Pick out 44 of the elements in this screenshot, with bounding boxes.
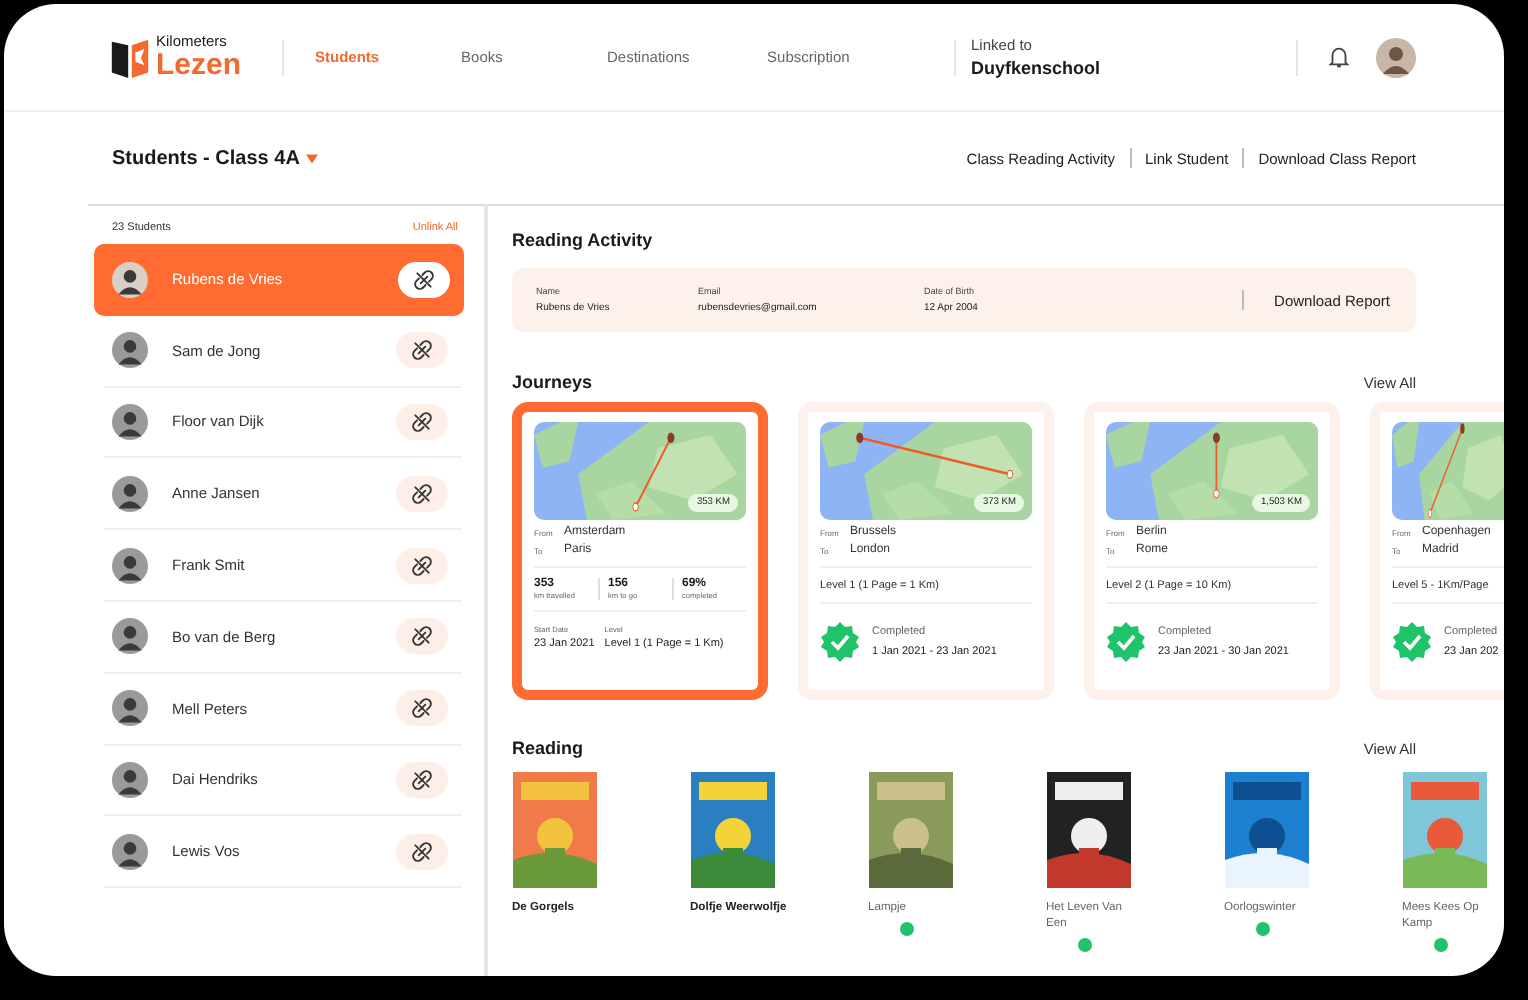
unlink-button[interactable] (396, 690, 448, 727)
class-title: Students - Class 4A (112, 147, 300, 169)
student-avatar (112, 547, 148, 584)
broken-link-icon (414, 269, 434, 290)
broken-link-icon (412, 698, 432, 719)
unlink-button[interactable] (396, 403, 448, 440)
broken-link-icon (412, 411, 432, 432)
progress-dot (1078, 937, 1092, 952)
unlink-button[interactable] (398, 261, 450, 298)
book-logo-icon (110, 35, 150, 79)
unlink-button[interactable] (396, 547, 448, 584)
unlink-button[interactable] (396, 475, 448, 512)
logo-title: Lezen (156, 49, 242, 80)
check-badge-icon (1106, 622, 1146, 662)
student-avatar (112, 761, 148, 798)
unlink-button[interactable] (396, 332, 448, 369)
user-avatar[interactable] (1376, 37, 1416, 77)
broken-link-icon (412, 483, 432, 504)
check-badge-icon (820, 622, 860, 662)
student-avatar (112, 475, 148, 512)
section-title: Reading Activity (512, 230, 655, 250)
progress-dot (1434, 937, 1448, 952)
student-avatar (112, 332, 148, 369)
student-avatar (112, 690, 148, 727)
student-avatar (112, 403, 148, 440)
check-badge-icon (1392, 622, 1432, 662)
school-name: Duyfkenschool (971, 58, 1101, 78)
broken-link-icon (412, 340, 432, 361)
broken-link-icon (412, 841, 432, 862)
student-avatar (112, 261, 148, 298)
unlink-button[interactable] (396, 618, 448, 655)
section-title: Journeys (512, 372, 593, 392)
student-avatar (112, 833, 148, 870)
broken-link-icon (412, 626, 432, 647)
dropdown-caret-icon[interactable] (305, 153, 318, 163)
broken-link-icon (412, 555, 432, 576)
progress-dot (900, 921, 914, 936)
unlink-button[interactable] (396, 761, 448, 798)
progress-dot (1256, 921, 1270, 936)
section-title: Reading (512, 738, 584, 758)
student-avatar (112, 618, 148, 655)
unlink-button[interactable] (396, 833, 448, 870)
broken-link-icon (412, 769, 432, 790)
bell-icon[interactable] (1326, 44, 1352, 70)
